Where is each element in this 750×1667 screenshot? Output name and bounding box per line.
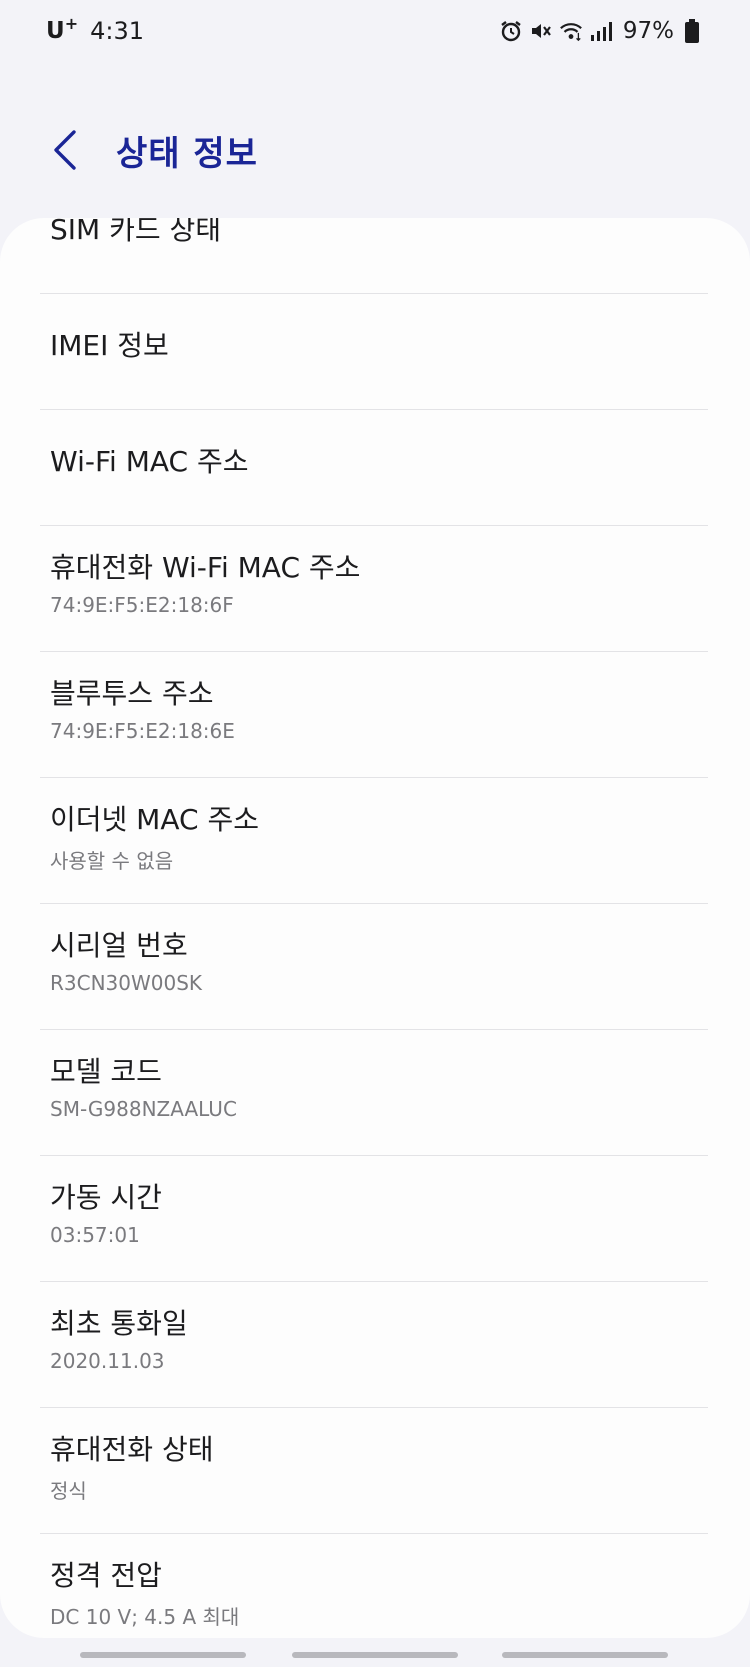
list-item-ethernet-mac[interactable]: 이더넷 MAC 주소 사용할 수 없음 — [40, 778, 708, 904]
list-item-wifi-mac[interactable]: Wi-Fi MAC 주소 — [40, 410, 708, 526]
list-item-rated-voltage[interactable]: 정격 전압 DC 10 V; 4.5 A 최대 — [40, 1534, 708, 1638]
signal-icon — [589, 19, 613, 43]
list-item-uptime[interactable]: 가동 시간 03:57:01 — [40, 1156, 708, 1282]
carrier-label: U+ — [46, 14, 79, 44]
list-item-title: Wi-Fi MAC 주소 — [50, 445, 249, 478]
list-item-bluetooth-address[interactable]: 블루투스 주소 74:9E:F5:E2:18:6E — [40, 652, 708, 778]
list-item-value: 74:9E:F5:E2:18:6E — [50, 719, 235, 743]
alarm-icon — [499, 19, 523, 43]
battery-percent: 97% — [622, 18, 674, 44]
nav-recents-handle[interactable] — [80, 1652, 246, 1658]
chevron-left-icon — [54, 130, 76, 170]
list-item-sim-card-status[interactable]: SIM 카드 상태 — [40, 218, 708, 294]
status-left: U+ 4:31 — [46, 14, 144, 45]
list-item-title: 모델 코드 — [50, 1055, 162, 1088]
list-item-phone-wifi-mac[interactable]: 휴대전화 Wi-Fi MAC 주소 74:9E:F5:E2:18:6F — [40, 526, 708, 652]
list-item-value: 74:9E:F5:E2:18:6F — [50, 593, 234, 617]
navigation-bar — [0, 1642, 750, 1667]
list-item-title: 블루투스 주소 — [50, 677, 214, 710]
nav-back-handle[interactable] — [502, 1652, 668, 1658]
back-button[interactable] — [38, 122, 92, 178]
status-bar: U+ 4:31 97% — [0, 0, 750, 62]
status-right: 97% — [499, 18, 704, 44]
list-item-imei-info[interactable]: IMEI 정보 — [40, 294, 708, 410]
list-item-value: SM-G988NZAALUC — [50, 1097, 237, 1121]
wifi-icon — [559, 19, 583, 43]
battery-icon — [680, 19, 704, 43]
list-item-title: 휴대전화 상태 — [50, 1433, 214, 1466]
list-item-title: 이더넷 MAC 주소 — [50, 803, 259, 836]
list-item-title: 가동 시간 — [50, 1181, 162, 1214]
status-info-list: SIM 카드 상태 IMEI 정보 Wi-Fi MAC 주소 휴대전화 Wi-F… — [40, 218, 708, 1638]
list-item-first-call-date[interactable]: 최초 통화일 2020.11.03 — [40, 1282, 708, 1408]
list-item-phone-status[interactable]: 휴대전화 상태 정식 — [40, 1408, 708, 1534]
list-item-value: 03:57:01 — [50, 1223, 140, 1247]
list-item-title: 최초 통화일 — [50, 1307, 188, 1340]
status-info-card: SIM 카드 상태 IMEI 정보 Wi-Fi MAC 주소 휴대전화 Wi-F… — [0, 218, 750, 1638]
list-item-title: 휴대전화 Wi-Fi MAC 주소 — [50, 551, 361, 584]
list-item-model-code[interactable]: 모델 코드 SM-G988NZAALUC — [40, 1030, 708, 1156]
nav-home-handle[interactable] — [292, 1652, 458, 1658]
list-item-value: 정식 — [50, 1479, 87, 1503]
mute-icon — [529, 19, 553, 43]
list-item-serial-number[interactable]: 시리얼 번호 R3CN30W00SK — [40, 904, 708, 1030]
clock: 4:31 — [90, 17, 144, 45]
page-title: 상태 정보 — [116, 134, 258, 174]
list-item-value: 2020.11.03 — [50, 1349, 165, 1373]
list-item-value: 사용할 수 없음 — [50, 849, 174, 873]
list-item-title: 정격 전압 — [50, 1559, 162, 1592]
list-item-value: R3CN30W00SK — [50, 971, 203, 995]
list-item-title: 시리얼 번호 — [50, 929, 188, 962]
app-header: 상태 정보 — [0, 100, 750, 200]
list-item-title: IMEI 정보 — [50, 329, 169, 362]
list-item-value: DC 10 V; 4.5 A 최대 — [50, 1605, 240, 1629]
list-item-title: SIM 카드 상태 — [50, 218, 222, 246]
